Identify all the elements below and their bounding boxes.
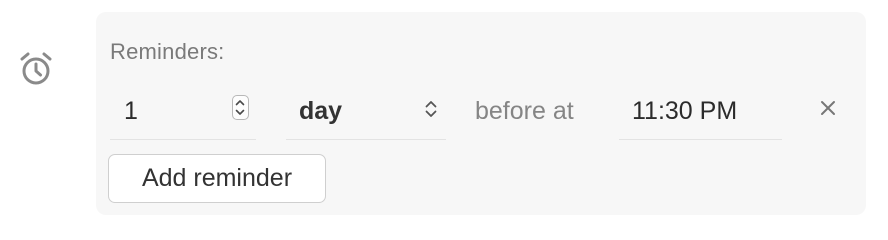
close-icon[interactable] — [816, 96, 840, 120]
quantity-value[interactable]: 1 — [124, 97, 138, 126]
alarm-clock-icon — [20, 52, 52, 85]
quantity-stepper[interactable]: 1 — [110, 82, 256, 140]
stepper-icon[interactable] — [232, 95, 249, 120]
reminders-panel: Reminders: 1 day before at 11:30 PM Add … — [96, 12, 866, 215]
unit-select[interactable]: day — [286, 82, 446, 140]
before-at-label: before at — [475, 97, 574, 125]
time-value[interactable]: 11:30 PM — [632, 97, 737, 126]
stepper-up-icon[interactable] — [235, 99, 245, 106]
reminders-heading: Reminders: — [110, 39, 225, 64]
stepper-down-icon[interactable] — [235, 109, 245, 116]
time-field[interactable]: 11:30 PM — [619, 82, 782, 140]
reminders-section: Reminders: 1 day before at 11:30 PM Add … — [0, 0, 888, 232]
unit-value[interactable]: day — [299, 97, 342, 126]
add-reminder-button[interactable]: Add reminder — [108, 154, 326, 203]
chevron-up-down-icon[interactable] — [424, 98, 438, 120]
